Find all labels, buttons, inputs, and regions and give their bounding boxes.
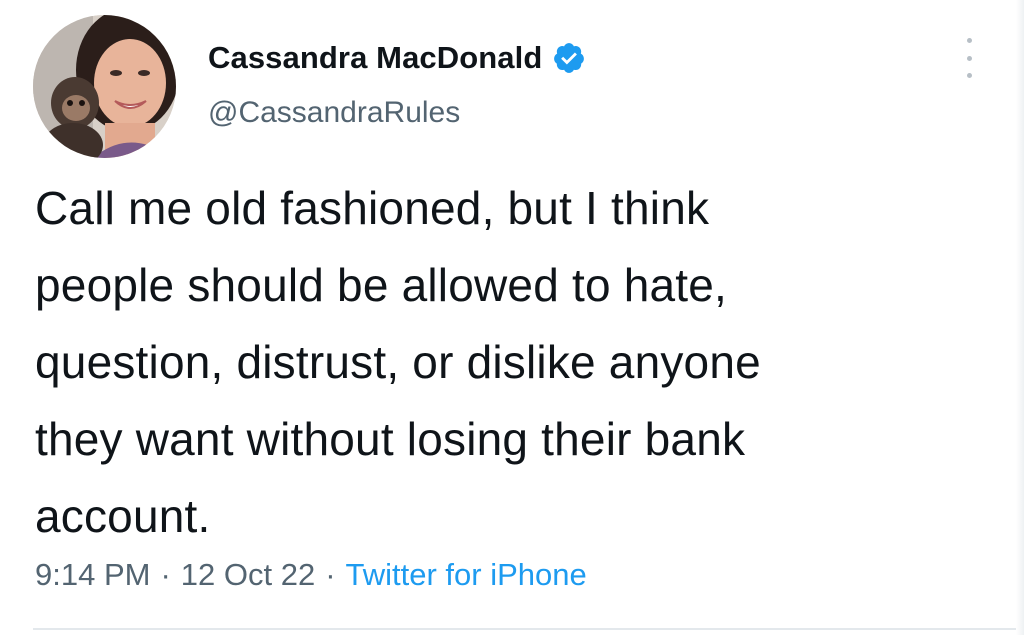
author-display-name[interactable]: Cassandra MacDonald: [208, 40, 542, 76]
scroll-edge: [1016, 0, 1024, 635]
tweet-card: Cassandra MacDonald @CassandraRules Call…: [0, 0, 1024, 635]
tweet-source-link[interactable]: Twitter for iPhone: [346, 557, 587, 593]
more-vertical-icon[interactable]: [958, 38, 980, 78]
tweet-text-line: question, distrust, or dislike anyone: [35, 336, 761, 388]
avatar-photo: [33, 15, 176, 158]
tweet-text: Call me old fashioned, but I think peopl…: [35, 170, 995, 555]
tweet-text-line: account.: [35, 490, 211, 542]
meta-separator: ·: [325, 557, 336, 592]
tweet-date[interactable]: 12 Oct 22: [181, 557, 315, 593]
meta-separator: ·: [160, 557, 171, 592]
tweet-metadata: 9:14 PM · 12 Oct 22 · Twitter for iPhone: [35, 557, 587, 593]
tweet-time[interactable]: 9:14 PM: [35, 557, 150, 593]
tweet-text-line: they want without losing their bank: [35, 413, 746, 465]
more-dot: [966, 55, 972, 61]
author-handle[interactable]: @CassandraRules: [208, 96, 460, 130]
author-name-row: Cassandra MacDonald: [208, 38, 586, 78]
more-dot: [966, 38, 972, 43]
tweet-text-line: Call me old fashioned, but I think: [35, 182, 710, 234]
tweet-text-line: people should be allowed to hate,: [35, 259, 728, 311]
divider: [33, 628, 1023, 630]
verified-badge-icon: [552, 41, 586, 75]
avatar[interactable]: [33, 15, 176, 158]
more-dot: [966, 73, 972, 78]
